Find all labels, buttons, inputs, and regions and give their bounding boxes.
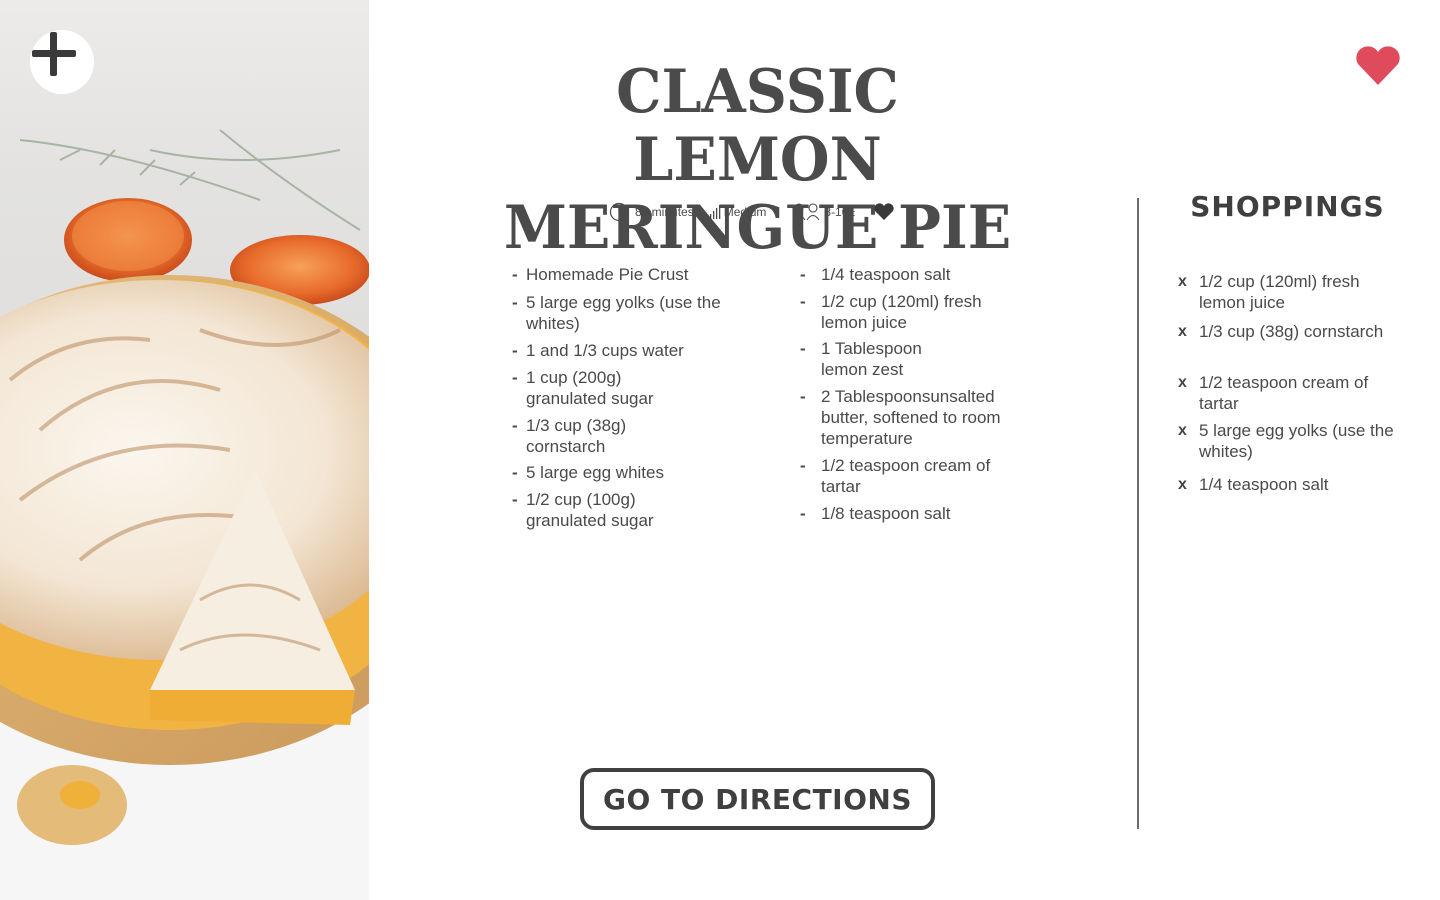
ingredient-item: -1/2 cup (120ml) fresh lemon juice — [800, 291, 996, 338]
shopping-item: x 1/2 teaspoon cream of tartar — [1178, 372, 1399, 420]
ingredient-item: -1 Tablespoon lemon zest — [800, 338, 936, 386]
ingredient-text: 1/3 cup (38g) cornstarch — [526, 416, 627, 456]
shopping-item-text: 1/2 cup (120ml) fresh lemon juice — [1199, 272, 1360, 312]
ingredient-bullet: - — [800, 265, 806, 284]
cook-time: 80 minutes — [609, 202, 694, 222]
ingredient-bullet: - — [800, 339, 806, 358]
shopping-item: x 1/2 cup (120ml) fresh lemon juice — [1178, 271, 1399, 321]
shopping-item: x 1/4 teaspoon salt — [1178, 474, 1399, 501]
ingredient-text: 1/2 teaspoon cream of tartar — [821, 456, 991, 496]
remove-item-icon[interactable]: x — [1178, 420, 1187, 441]
shopping-item-text: 1/2 teaspoon cream of tartar — [1199, 373, 1369, 413]
ingredient-text: 1/2 cup (120ml) fresh lemon juice — [821, 292, 982, 332]
ingredient-bullet: - — [800, 292, 806, 311]
ingredient-item: - Homemade Pie Crust — [512, 264, 766, 292]
ingredient-bullet: - — [512, 463, 518, 482]
ingredient-bullet: - — [512, 490, 518, 509]
ingredient-bullet: - — [512, 341, 518, 360]
cook-time-label: 80 minutes — [635, 205, 694, 219]
recipe-title: CLASSIC LEMON MERINGUE PIE — [484, 58, 1030, 262]
people-icon — [792, 203, 820, 221]
difficulty-label: Medium — [723, 205, 767, 219]
recipe-title-line-1: CLASSIC LEMON — [616, 57, 899, 195]
ingredient-item: -1/8 teaspoon salt — [800, 503, 1036, 530]
column-divider — [1137, 198, 1139, 829]
ingredient-item: -1 and 1/3 cups water — [512, 340, 766, 367]
add-recipe-button[interactable] — [30, 30, 94, 94]
remove-item-icon[interactable]: x — [1178, 271, 1187, 292]
ingredient-text: 2 Tablespoonsunsalted butter, softened t… — [821, 387, 1001, 448]
heart-icon — [1356, 46, 1400, 85]
servings: 8-10± — [792, 203, 855, 221]
shopping-list: x 1/2 cup (120ml) fresh lemon juice x 1/3 … — [1178, 271, 1399, 501]
clock-icon — [609, 202, 629, 222]
ingredient-item: -2 Tablespoonsunsalted butter, softened … — [800, 386, 1031, 455]
servings-label: 8-10± — [824, 205, 855, 219]
recipe-meta: 80 minutes Medium 8-10± — [609, 202, 895, 222]
ingredient-text: 1/8 teaspoon salt — [821, 504, 951, 523]
like-button[interactable] — [873, 203, 895, 221]
remove-item-icon[interactable]: x — [1178, 474, 1187, 495]
go-to-directions-label: GO TO DIRECTIONS — [603, 782, 912, 816]
shopping-item-text: 1/4 teaspoon salt — [1199, 475, 1329, 494]
ingredient-text: 1/4 teaspoon salt — [821, 265, 951, 284]
ingredient-text: 1 Tablespoon lemon zest — [821, 339, 922, 379]
heart-icon — [874, 203, 894, 220]
lemon-meringue-pie-image — [0, 129, 369, 900]
ingredient-text: 1 cup (200g) granulated sugar — [526, 368, 654, 408]
ingredient-text: 1/2 cup (100g) granulated sugar — [526, 490, 654, 530]
remove-item-icon[interactable]: x — [1178, 321, 1187, 342]
favorite-button[interactable] — [1354, 44, 1402, 88]
shopping-item: x 5 large egg yolks (use the whites) — [1178, 420, 1399, 474]
ingredient-text: 1 and 1/3 cups water — [526, 341, 684, 360]
signal-bars-icon — [709, 205, 721, 219]
difficulty: Medium — [709, 205, 767, 219]
ingredient-text: 5 large egg whites — [526, 463, 664, 482]
ingredient-item: -1 cup (200g) granulated sugar — [512, 367, 676, 415]
shopping-title: SHOPPINGS — [1190, 190, 1385, 223]
recipe-page: CLASSIC LEMON MERINGUE PIE 80 minutes Me… — [0, 0, 1440, 900]
shopping-item-text: 5 large egg yolks (use the whites) — [1199, 421, 1394, 461]
ingredient-text: 5 large egg yolks (use the whites) — [526, 293, 721, 333]
go-to-directions-button[interactable]: GO TO DIRECTIONS — [580, 768, 935, 830]
ingredient-bullet: - — [512, 265, 518, 284]
ingredient-bullet: - — [512, 416, 518, 435]
ingredients-column-1: - Homemade Pie Crust -5 large egg yolks (… — [512, 264, 766, 537]
ingredient-item: -5 large egg yolks (use the whites) — [512, 292, 766, 340]
ingredient-item: -1/2 teaspoon cream of tartar — [800, 455, 991, 503]
plus-icon — [32, 32, 76, 76]
ingredient-item: -1/3 cup (38g) cornstarch — [512, 415, 656, 462]
remove-item-icon[interactable]: x — [1178, 372, 1187, 393]
ingredient-item: -1/4 teaspoon salt — [800, 264, 1036, 291]
ingredient-bullet: - — [800, 504, 806, 523]
ingredient-bullet: - — [512, 293, 518, 312]
shopping-item: x 1/3 cup (38g) cornstarch — [1178, 321, 1399, 372]
ingredient-bullet: - — [512, 368, 518, 387]
ingredient-item: -5 large egg whites — [512, 462, 766, 489]
ingredient-bullet: - — [800, 387, 806, 406]
ingredient-item: -1/2 cup (100g) granulated sugar — [512, 489, 676, 537]
ingredients-column-2: -1/4 teaspoon salt -1/2 cup (120ml) fres… — [800, 264, 1036, 530]
recipe-photo — [0, 0, 369, 900]
ingredient-text: Homemade Pie Crust — [526, 265, 689, 284]
shopping-item-text: 1/3 cup (38g) cornstarch — [1199, 322, 1384, 341]
ingredient-bullet: - — [800, 456, 806, 475]
